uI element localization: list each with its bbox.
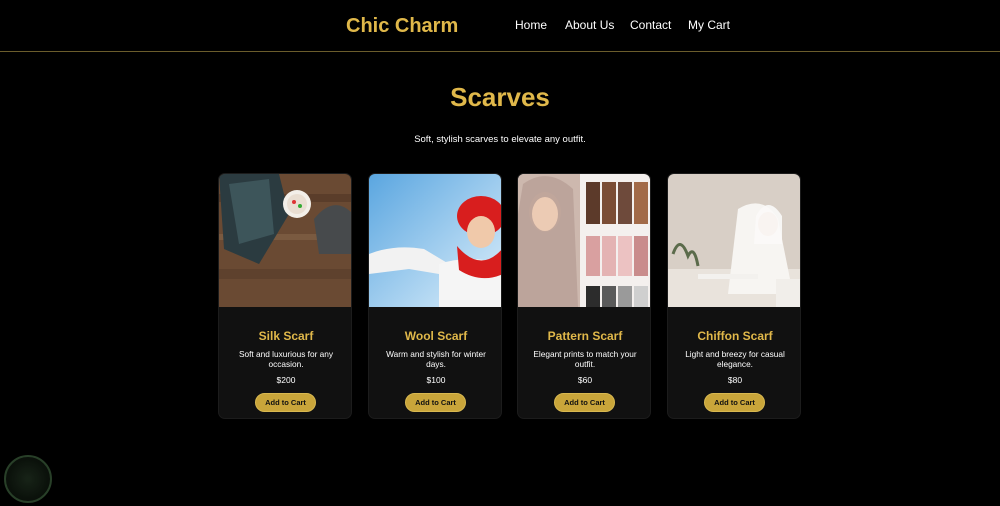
product-description: Soft and luxurious for any occasion.: [238, 349, 334, 369]
product-name: Wool Scarf: [404, 329, 468, 343]
product-image-silk-scarf: [219, 174, 351, 307]
product-price: $100: [426, 375, 446, 385]
product-price: $60: [577, 375, 593, 385]
page-subtitle: Soft, stylish scarves to elevate any out…: [414, 134, 586, 145]
product-image-wool-scarf: [369, 174, 501, 307]
product-price: $200: [276, 375, 296, 385]
product-image-chiffon-scarf: [668, 174, 800, 307]
add-to-cart-button[interactable]: Add to Cart: [405, 393, 466, 412]
page-title: Scarves: [450, 82, 550, 112]
product-price: $80: [727, 375, 743, 385]
main-nav: Home About Us Contact My Cart: [0, 18, 1000, 38]
product-description: Warm and stylish for winter days.: [386, 349, 486, 369]
watermark-badge-icon: [4, 455, 52, 503]
nav-about-us[interactable]: About Us: [565, 18, 614, 32]
add-to-cart-button[interactable]: Add to Cart: [554, 393, 615, 412]
product-card-pattern-scarf: Pattern Scarf Elegant prints to match yo…: [517, 173, 651, 419]
product-image-pattern-scarf: [518, 174, 650, 307]
nav-contact[interactable]: Contact: [630, 18, 671, 32]
product-description: Elegant prints to match your outfit.: [533, 349, 637, 369]
site-header: Chic Charm Home About Us Contact My Cart: [0, 0, 1000, 52]
nav-my-cart[interactable]: My Cart: [688, 18, 730, 32]
product-name: Silk Scarf: [258, 329, 314, 343]
add-to-cart-button[interactable]: Add to Cart: [704, 393, 765, 412]
product-card-silk-scarf: Silk Scarf Soft and luxurious for any oc…: [218, 173, 352, 419]
product-card-wool-scarf: Wool Scarf Warm and stylish for winter d…: [368, 173, 502, 419]
product-name: Chiffon Scarf: [697, 329, 773, 343]
product-description: Light and breezy for casual elegance.: [685, 349, 785, 369]
product-card-chiffon-scarf: Chiffon Scarf Light and breezy for casua…: [667, 173, 801, 419]
nav-home[interactable]: Home: [515, 18, 547, 32]
add-to-cart-button[interactable]: Add to Cart: [255, 393, 316, 412]
product-name: Pattern Scarf: [547, 329, 623, 343]
